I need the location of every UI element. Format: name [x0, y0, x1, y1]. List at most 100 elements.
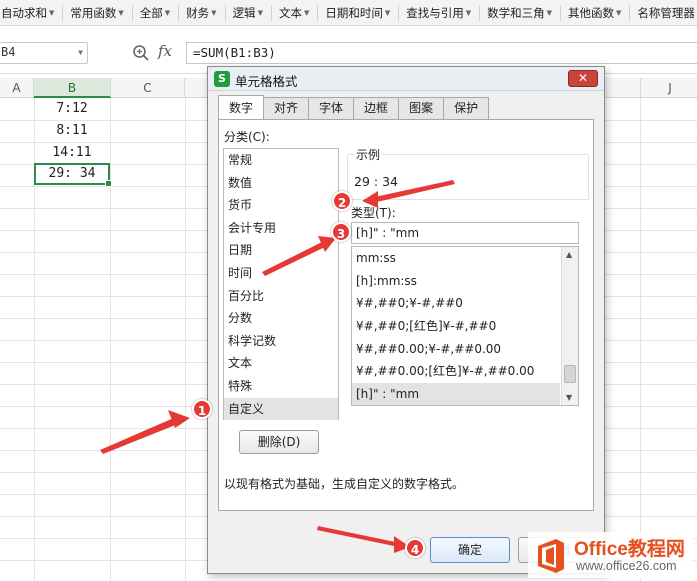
tab-alignment[interactable]: 对齐 [263, 97, 310, 119]
format-code-list: mm:ss [h]:mm:ss ¥#,##0;¥-#,##0 ¥#,##0;[红… [351, 246, 579, 406]
tab-border[interactable]: 边框 [353, 97, 400, 119]
category-item-general[interactable]: 常规 [224, 149, 338, 172]
ribbon-math[interactable]: 数学和三角 ▼ [486, 0, 554, 26]
ok-button[interactable]: 确定 [430, 537, 510, 563]
dialog-tabs: 数字 对齐 字体 边框 图案 保护 [218, 95, 490, 119]
ribbon-item-label: 日期和时间 [325, 5, 383, 20]
chevron-down-icon: ▼ [465, 8, 472, 17]
chevron-down-icon: ▼ [546, 8, 553, 17]
ribbon-divider [178, 4, 180, 21]
fx-icon[interactable]: fx [158, 42, 172, 60]
chevron-down-icon: ▼ [118, 8, 124, 17]
tab-protection[interactable]: 保护 [443, 97, 490, 119]
step-badge-1: 1 [192, 399, 212, 419]
watermark-url: www.office26.com [576, 559, 677, 573]
ribbon-item-label: 查找与引用 [406, 5, 464, 20]
cell-b3[interactable]: 14:11 [34, 142, 110, 164]
column-header-b[interactable]: B [34, 78, 111, 98]
column-header-c[interactable]: C [111, 78, 185, 98]
watermark: Office教程网 www.office26.com [528, 532, 694, 578]
dialog-titlebar[interactable]: S 单元格格式 ✕ [208, 67, 604, 91]
ribbon-lookup[interactable]: 查找与引用 ▼ [405, 0, 473, 26]
arrow-1-head [168, 410, 190, 428]
name-box-value: B4 [1, 45, 16, 59]
cell-b1[interactable]: 7:12 [34, 98, 110, 120]
format-item[interactable]: ¥#,##0.00;[红色]¥-#,##0.00 [352, 360, 578, 383]
category-item-number[interactable]: 数值 [224, 172, 338, 195]
type-label: 类型(T): [351, 206, 396, 220]
category-item-text[interactable]: 文本 [224, 352, 338, 375]
ribbon-common-functions[interactable]: 常用函数 ▼ [69, 0, 125, 26]
chevron-down-icon: ▼ [164, 8, 171, 17]
formula-input[interactable]: =SUM(B1:B3) [186, 42, 697, 64]
type-input[interactable]: [h]" : "mm [351, 222, 579, 244]
category-item-special[interactable]: 特殊 [224, 375, 338, 398]
chevron-down-icon: ▼ [303, 8, 310, 17]
ribbon-divider [224, 4, 226, 21]
sample-label: 示例 [354, 146, 383, 163]
step-badge-4: 4 [405, 538, 425, 558]
chevron-down-icon: ▼ [211, 8, 217, 17]
category-label: 分类(C): [224, 130, 270, 144]
format-item[interactable]: ¥#,##0;[红色]¥-#,##0 [352, 315, 578, 338]
ribbon-item-label: 文本 [278, 5, 302, 20]
format-description: 以现有格式为基础，生成自定义的数字格式。 [224, 477, 465, 491]
category-item-date[interactable]: 日期 [224, 239, 338, 262]
category-item-time[interactable]: 时间 [224, 262, 338, 285]
ribbon-logic[interactable]: 逻辑 ▼ [232, 0, 265, 26]
category-item-percentage[interactable]: 百分比 [224, 285, 338, 308]
ribbon-date-time[interactable]: 日期和时间 ▼ [324, 0, 392, 26]
category-item-scientific[interactable]: 科学记数 [224, 330, 338, 353]
ribbon-item-label: 名称管理器 [637, 5, 695, 20]
arrow-1 [100, 417, 183, 454]
tab-font[interactable]: 字体 [308, 97, 355, 119]
format-item[interactable]: ¥#,##0;¥-#,##0 [352, 292, 578, 315]
ribbon-name-manager[interactable]: 名称管理器 [636, 0, 697, 26]
category-item-currency[interactable]: 货币 [224, 194, 338, 217]
ribbon-divider [62, 4, 64, 21]
close-button[interactable]: ✕ [568, 70, 598, 87]
format-list-scrollbar[interactable]: ▲ ▼ [561, 247, 578, 405]
ribbon-item-label: 自动求和 [1, 5, 47, 20]
tab-pattern[interactable]: 图案 [398, 97, 445, 119]
ribbon-other-functions[interactable]: 其他函数 ▼ [567, 0, 623, 26]
category-item-accounting[interactable]: 会计专用 [224, 217, 338, 240]
function-ribbon: 自动求和 ▼ 常用函数 ▼ 全部 ▼ 财务 ▼ 逻辑 ▼ 文本 ▼ 日期和时间 ▼ 查找与引用… [0, 0, 697, 26]
column-header-j[interactable]: J [640, 78, 697, 98]
ribbon-item-label: 其他函数 [568, 5, 615, 20]
chevron-down-icon: ▼ [49, 8, 55, 17]
ribbon-finance[interactable]: 财务 ▼ [185, 0, 218, 26]
column-header-a[interactable]: A [0, 78, 34, 98]
ribbon-text[interactable]: 文本 ▼ [278, 0, 311, 26]
ribbon-divider [479, 4, 481, 21]
chevron-down-icon: ▼ [78, 48, 83, 57]
category-list: 常规 数值 货币 会计专用 日期 时间 百分比 分数 科学记数 文本 特殊 自定… [223, 148, 339, 421]
cell-b4-active[interactable]: 29: 34 [34, 163, 112, 187]
ribbon-autosum[interactable]: 自动求和 ▼ [0, 0, 56, 26]
step-badge-2: 2 [332, 191, 352, 211]
delete-button[interactable]: 删除(D) [239, 430, 319, 454]
cell-b2[interactable]: 8:11 [34, 120, 110, 142]
scroll-thumb[interactable] [564, 365, 576, 383]
ribbon-divider [629, 4, 631, 21]
chevron-down-icon: ▼ [616, 8, 622, 17]
scroll-up-icon[interactable]: ▲ [566, 250, 572, 259]
ribbon-divider [317, 4, 319, 21]
category-item-custom[interactable]: 自定义 [224, 397, 338, 421]
format-item[interactable]: [h]:mm:ss [352, 270, 578, 293]
ribbon-divider [560, 4, 562, 21]
tab-number[interactable]: 数字 [218, 95, 265, 119]
chevron-down-icon: ▼ [384, 8, 391, 17]
name-box[interactable]: B4 ▼ [0, 42, 88, 64]
format-item-selected[interactable]: [h]" : "mm [352, 383, 560, 405]
format-item[interactable]: ¥#,##0.00;¥-#,##0.00 [352, 338, 578, 361]
dialog-title: 单元格格式 [235, 74, 298, 89]
category-item-fraction[interactable]: 分数 [224, 307, 338, 330]
ribbon-all[interactable]: 全部 ▼ [139, 0, 172, 26]
zoom-icon[interactable] [132, 44, 150, 62]
ribbon-divider [398, 4, 400, 21]
number-tab-panel: 分类(C): 常规 数值 货币 会计专用 日期 时间 百分比 分数 科学记数 文… [218, 119, 594, 511]
format-item[interactable]: mm:ss [352, 247, 578, 270]
scroll-down-icon[interactable]: ▼ [566, 393, 572, 402]
ribbon-divider [131, 4, 133, 21]
